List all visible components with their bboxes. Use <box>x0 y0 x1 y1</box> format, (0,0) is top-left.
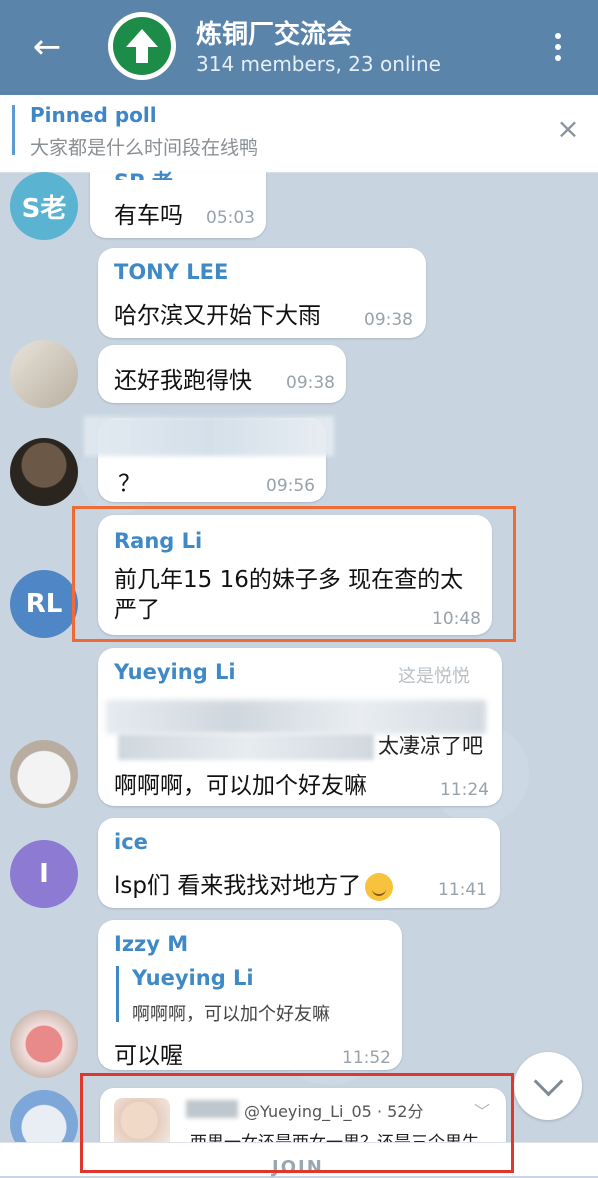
avatar[interactable] <box>10 438 78 506</box>
reply-indicator <box>116 966 119 1022</box>
message-time: 10:48 <box>432 609 481 629</box>
blurred-content <box>106 700 486 734</box>
more-options-button[interactable] <box>540 22 576 72</box>
avatar[interactable] <box>10 1010 78 1078</box>
sender-name[interactable]: TONY LEE <box>114 260 228 284</box>
more-vertical-icon <box>555 33 561 39</box>
message-text: 可以喔 <box>114 1043 183 1069</box>
pinned-indicator <box>12 105 15 155</box>
chevron-down-icon[interactable]: ﹀ <box>474 1098 490 1122</box>
message-bubble[interactable]: 还好我跑得快 09:38 <box>98 345 346 403</box>
pinned-label: Pinned poll <box>30 103 157 127</box>
close-icon[interactable]: × <box>550 111 586 147</box>
smile-emoji-icon <box>365 872 394 901</box>
message-time: 09:38 <box>364 310 413 330</box>
message-text: 哈尔滨又开始下大雨 <box>114 303 321 329</box>
message-time: 09:56 <box>266 476 315 496</box>
message-text: 还好我跑得快 <box>114 368 252 394</box>
sender-name[interactable]: Yueying Li <box>114 660 236 684</box>
message-time: 11:52 <box>342 1048 391 1068</box>
sender-name[interactable]: ice <box>114 830 148 854</box>
group-avatar[interactable] <box>108 12 176 80</box>
message-text-fragment: 太凄凉了吧 <box>378 734 483 758</box>
avatar[interactable] <box>10 740 78 808</box>
reply-text[interactable]: 啊啊啊，可以加个好友嘛 <box>132 1000 330 1026</box>
join-bar[interactable]: JOIN <box>0 1142 598 1178</box>
message-text-row: lsp们 看来我找对地方了 <box>114 866 394 901</box>
sender-note: 这是悦悦 <box>398 666 470 687</box>
message-time: 05:03 <box>206 208 255 228</box>
chat-header: ← 炼铜厂交流会 314 members, 23 online <box>0 0 598 95</box>
avatar[interactable]: S老 <box>10 172 78 240</box>
blurred-content <box>118 734 374 760</box>
message-time: 09:38 <box>286 373 335 393</box>
message-text: 前几年15 16的妹子多 现在查的太严了 <box>114 567 464 623</box>
message-bubble[interactable]: SP 老 有车吗 05:03 <box>90 170 266 238</box>
chevron-down-icon <box>533 1066 563 1096</box>
arrow-left-icon: ← <box>32 27 62 67</box>
preview-handle: @Yueying_Li_05 · 52分 <box>244 1102 424 1121</box>
message-bubble[interactable]: Izzy M Yueying Li 啊啊啊，可以加个好友嘛 可以喔 11:52 <box>98 920 402 1070</box>
scroll-down-button[interactable] <box>514 1052 582 1120</box>
avatar[interactable]: I <box>10 840 78 908</box>
message-bubble[interactable]: Yueying Li 这是悦悦 太凄凉了吧 啊啊啊，可以加个好友嘛 11:24 <box>98 648 502 806</box>
message-text: 有车吗 <box>114 203 183 229</box>
reply-sender[interactable]: Yueying Li <box>132 966 254 990</box>
member-count: 314 members, 23 online <box>196 52 441 76</box>
back-button[interactable]: ← <box>22 22 72 72</box>
blurred-content <box>186 1100 238 1118</box>
pinned-message-bar[interactable]: Pinned poll 大家都是什么时间段在线鸭 × <box>0 95 598 173</box>
message-text: 啊啊啊，可以加个好友嘛 <box>114 773 367 799</box>
message-bubble[interactable]: TONY LEE 哈尔滨又开始下大雨 09:38 <box>98 248 426 338</box>
message-time: 11:24 <box>440 780 489 800</box>
message-time: 11:41 <box>438 880 487 900</box>
sender-name[interactable]: Rang Li <box>114 529 202 553</box>
pinned-text: 大家都是什么时间段在线鸭 <box>30 137 259 159</box>
message-text: ？ <box>118 471 141 497</box>
sender-name[interactable]: Izzy M <box>114 932 188 956</box>
message-bubble[interactable]: Rang Li 前几年15 16的妹子多 现在查的太严了 10:48 <box>98 515 492 635</box>
message-text: lsp们 看来我找对地方了 <box>114 873 362 899</box>
arrow-up-logo-icon <box>126 29 158 63</box>
avatar[interactable]: RL <box>10 570 78 638</box>
message-bubble[interactable]: ice lsp们 看来我找对地方了 11:41 <box>98 818 500 908</box>
blurred-content <box>84 416 334 456</box>
sender-name[interactable]: SP 老 <box>114 166 173 180</box>
group-title[interactable]: 炼铜厂交流会 <box>196 14 352 51</box>
avatar[interactable] <box>10 340 78 408</box>
message-bubble[interactable]: ？ 09:56 <box>84 416 334 502</box>
